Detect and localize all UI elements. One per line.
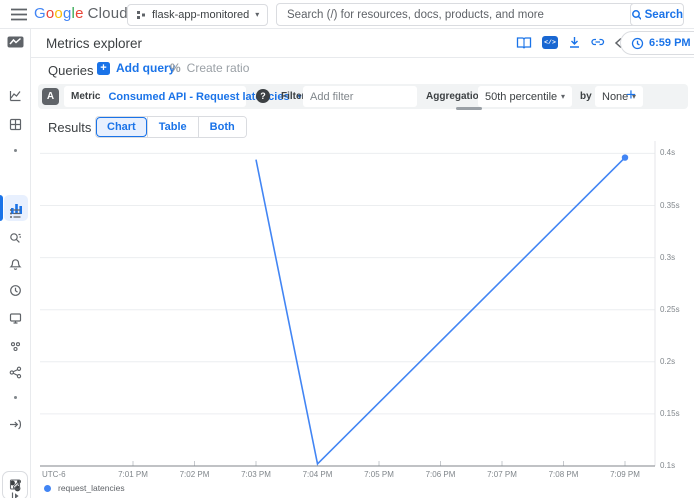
legend-color-dot: [44, 485, 51, 492]
chart-plot-area[interactable]: [40, 141, 655, 466]
book-icon[interactable]: [516, 35, 532, 51]
x-axis-tick-label: 7:04 PM: [296, 470, 340, 479]
x-axis-tick-label: 7:08 PM: [542, 470, 586, 479]
page-title: Metrics explorer: [46, 36, 142, 51]
x-axis-tick-label: 7:02 PM: [173, 470, 217, 479]
chevron-down-icon: ▾: [255, 11, 259, 19]
download-icon[interactable]: [567, 35, 583, 51]
tab-table[interactable]: Table: [147, 117, 198, 137]
time-range-value: 6:59 PM - 7:09 PM: [649, 37, 694, 49]
y-axis-tick-label: 0.25s: [660, 305, 680, 314]
uptime-clock-icon[interactable]: [0, 284, 30, 297]
services-share-icon[interactable]: [0, 366, 30, 379]
x-axis-tick-label: 7:01 PM: [111, 470, 155, 479]
groups-icon[interactable]: [0, 340, 30, 353]
project-selector[interactable]: flask-app-monitored ▾: [127, 4, 268, 26]
edit-box-icon[interactable]: [0, 478, 30, 491]
filter-label: Filter: [281, 91, 305, 102]
metric-selector[interactable]: Metric Consumed API - Request latencies …: [64, 86, 246, 107]
add-query-label: Add query: [116, 61, 175, 75]
global-search-input[interactable]: [276, 3, 636, 26]
query-builder-row: A Metric Consumed API - Request latencie…: [38, 84, 688, 109]
hamburger-menu-icon[interactable]: [10, 8, 28, 21]
create-ratio-label: Create ratio: [187, 61, 250, 75]
results-view-tabs: Chart Table Both: [95, 116, 247, 138]
y-axis-tick-label: 0.1s: [660, 461, 675, 470]
y-axis-tick-label: 0.3s: [660, 253, 675, 262]
top-header: GoogleCloud flask-app-monitored ▾ Search: [0, 0, 694, 29]
project-icon: [136, 10, 146, 20]
google-cloud-logo[interactable]: GoogleCloud: [34, 5, 128, 22]
link-icon[interactable]: [590, 35, 606, 51]
search-icon: [631, 9, 641, 21]
search-button-label: Search: [645, 9, 683, 21]
dot-separator-icon: [0, 149, 30, 152]
results-section-label: Results: [48, 120, 91, 135]
chevron-down-icon: ▾: [561, 93, 565, 101]
aggregation-value: 50th percentile: [485, 91, 557, 103]
chart-legend[interactable]: request_latencies: [44, 483, 125, 493]
left-sidebar: [0, 28, 31, 498]
project-name: flask-app-monitored: [152, 9, 249, 21]
y-axis-tick-label: 0.15s: [660, 409, 680, 418]
create-ratio-button[interactable]: % Create ratio: [170, 61, 249, 75]
plus-icon: +: [97, 62, 110, 75]
doc-search-icon[interactable]: [0, 232, 30, 245]
group-by-value: None: [602, 91, 628, 103]
y-axis-tick-label: 0.4s: [660, 148, 675, 157]
y-axis-tick-label: 0.35s: [660, 201, 680, 210]
search-button[interactable]: Search: [630, 3, 684, 26]
scroll-indicator[interactable]: [456, 107, 482, 110]
add-aggregation-button[interactable]: +: [626, 85, 636, 105]
metric-label: Metric: [71, 91, 100, 102]
x-axis-tick-label: 7:03 PM: [234, 470, 278, 479]
logo-cloud-text: Cloud: [88, 5, 128, 22]
x-axis-tick-label: 7:06 PM: [419, 470, 463, 479]
y-axis-tick-label: 0.2s: [660, 357, 675, 366]
collapse-panel-icon[interactable]: [0, 491, 30, 498]
line-chart-icon[interactable]: [0, 89, 30, 102]
integrations-arrow-icon[interactable]: [0, 418, 30, 431]
clock-icon: [631, 37, 644, 50]
metrics-explorer-toolbar: Metrics explorer </> 6:59 PM - 7:09 PM: [30, 28, 694, 58]
query-letter-badge: A: [42, 88, 59, 105]
aggregation-dropdown[interactable]: 50th percentile ▾: [478, 86, 572, 107]
utc-offset-label: UTC-6: [42, 470, 66, 479]
help-icon[interactable]: ?: [256, 89, 270, 103]
aggregation-label: Aggregation: [426, 91, 485, 102]
tab-chart[interactable]: Chart: [96, 117, 147, 137]
time-range-picker[interactable]: 6:59 PM - 7:09 PM: [620, 31, 694, 55]
x-axis-tick-label: 7:09 PM: [603, 470, 647, 479]
alerting-bell-icon[interactable]: [0, 258, 30, 271]
legend-series-label: request_latencies: [58, 483, 125, 493]
dot-separator-icon: [0, 396, 30, 399]
x-axis-tick-label: 7:05 PM: [357, 470, 401, 479]
ratio-icon: %: [170, 61, 181, 75]
x-axis-tick-label: 7:07 PM: [480, 470, 524, 479]
filter-input[interactable]: [303, 86, 417, 107]
code-editor-icon[interactable]: </>: [542, 36, 558, 49]
list-icon[interactable]: [0, 207, 30, 220]
queries-section-label: Queries: [48, 63, 94, 78]
by-label: by: [580, 91, 592, 102]
add-query-button[interactable]: + Add query: [97, 61, 175, 75]
dashboards-icon[interactable]: [0, 118, 30, 131]
tab-both[interactable]: Both: [198, 117, 246, 137]
metrics-explorer-page: GoogleCloud flask-app-monitored ▾ Search: [0, 0, 694, 498]
monitor-screen-icon[interactable]: [0, 312, 30, 325]
monitoring-logo-icon[interactable]: [0, 35, 30, 49]
